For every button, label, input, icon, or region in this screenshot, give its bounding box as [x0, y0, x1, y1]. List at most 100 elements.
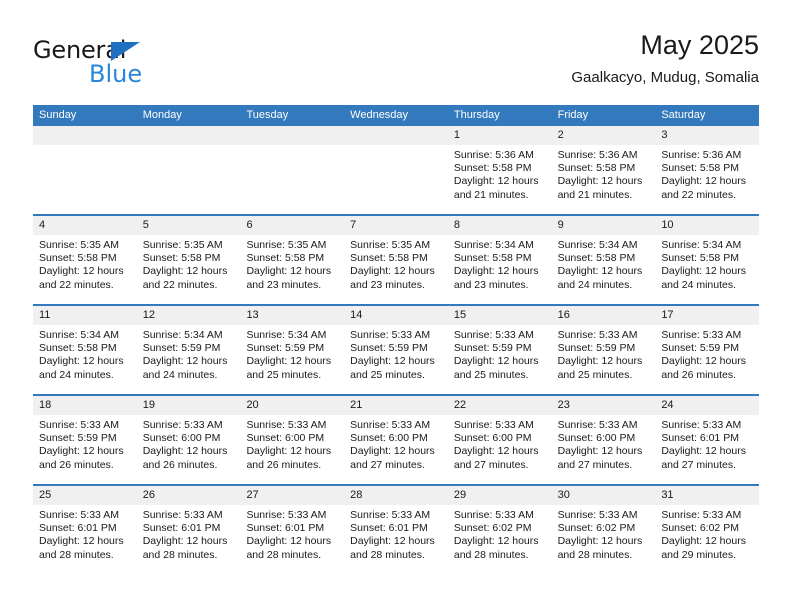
sunset-text: Sunset: 5:58 PM	[142, 252, 221, 265]
sunset-text: Sunset: 5:58 PM	[557, 252, 636, 265]
calendar-day-cell[interactable]: 23 Sunrise: 5:33 AM Sunset: 6:00 PM Dayligh…	[551, 396, 656, 484]
day-number	[344, 126, 448, 145]
calendar-grid: Sunday Monday Tuesday Wednesday Thursday…	[33, 105, 760, 576]
day-number	[136, 126, 241, 145]
sunrise-text: Sunrise: 5:33 AM	[142, 419, 223, 431]
calendar-day-cell-empty	[344, 126, 448, 214]
calendar-day-cell[interactable]: 28 Sunrise: 5:33 AM Sunset: 6:01 PM Dayligh…	[344, 486, 448, 576]
sunset-text: Sunset: 5:59 PM	[246, 342, 325, 355]
sunset-text: Sunset: 5:59 PM	[661, 342, 739, 355]
weekday-header-tuesday: Tuesday	[246, 109, 289, 121]
calendar-day-cell[interactable]: 24 Sunrise: 5:33 AM Sunset: 6:01 PM Dayligh…	[655, 396, 760, 484]
calendar-day-cell[interactable]: 27 Sunrise: 5:33 AM Sunset: 6:01 PM Dayligh…	[240, 486, 345, 576]
sunrise-text: Sunrise: 5:35 AM	[246, 239, 327, 251]
calendar-day-cell[interactable]: 18 Sunrise: 5:33 AM Sunset: 5:59 PM Dayligh…	[33, 396, 137, 484]
calendar-day-cell[interactable]: 11 Sunrise: 5:34 AM Sunset: 5:58 PM Dayligh…	[33, 306, 137, 394]
triangle-icon	[111, 42, 140, 61]
calendar-day-cell[interactable]: 20 Sunrise: 5:33 AM Sunset: 6:00 PM Dayligh…	[240, 396, 345, 484]
calendar-day-cell[interactable]: 29 Sunrise: 5:33 AM Sunset: 6:02 PM Dayligh…	[447, 486, 552, 576]
daylight-text-line1: Daylight: 12 hours	[39, 535, 124, 548]
calendar-day-cell[interactable]: 12 Sunrise: 5:34 AM Sunset: 5:59 PM Dayligh…	[136, 306, 241, 394]
daylight-text-line2: and 26 minutes.	[39, 458, 114, 471]
daylight-text-line1: Daylight: 12 hours	[350, 355, 435, 368]
day-details: Sunrise: 5:33 AM Sunset: 5:59 PM Daylight:…	[655, 325, 759, 382]
calendar-weeks: 1 Sunrise: 5:36 AM Sunset: 5:58 PM Daylight…	[33, 126, 760, 576]
day-details: Sunrise: 5:35 AM Sunset: 5:58 PM Daylight:…	[33, 235, 137, 292]
day-number: 11	[33, 306, 137, 325]
sunset-text: Sunset: 6:02 PM	[557, 522, 636, 535]
daylight-text-line2: and 28 minutes.	[142, 548, 218, 561]
sunrise-text: Sunrise: 5:33 AM	[453, 509, 534, 521]
calendar-day-cell[interactable]: 31 Sunrise: 5:33 AM Sunset: 6:02 PM Dayligh…	[655, 486, 760, 576]
calendar-day-cell-empty	[33, 126, 137, 214]
daylight-text-line1: Daylight: 12 hours	[557, 175, 643, 188]
sunset-text: Sunset: 6:00 PM	[142, 432, 221, 445]
calendar-day-cell[interactable]: 7 Sunrise: 5:35 AM Sunset: 5:58 PM Daylight…	[344, 216, 448, 304]
day-number: 26	[136, 486, 241, 505]
daylight-text-line2: and 24 minutes.	[39, 368, 114, 381]
calendar-day-cell[interactable]: 1 Sunrise: 5:36 AM Sunset: 5:58 PM Daylight…	[447, 126, 552, 214]
weekday-header-thursday: Thursday	[453, 109, 500, 121]
calendar-day-cell[interactable]: 15 Sunrise: 5:33 AM Sunset: 5:59 PM Dayligh…	[447, 306, 552, 394]
day-details: Sunrise: 5:33 AM Sunset: 5:59 PM Daylight:…	[33, 415, 137, 472]
day-details: Sunrise: 5:34 AM Sunset: 5:58 PM Daylight:…	[552, 235, 656, 292]
daylight-text-line2: and 28 minutes.	[453, 548, 529, 561]
sunset-text: Sunset: 6:01 PM	[661, 432, 739, 445]
sunrise-text: Sunrise: 5:33 AM	[661, 419, 742, 431]
daylight-text-line1: Daylight: 12 hours	[246, 535, 332, 548]
day-number: 23	[551, 396, 656, 415]
day-details: Sunrise: 5:33 AM Sunset: 6:00 PM Daylight:…	[240, 415, 344, 472]
sunrise-text: Sunrise: 5:34 AM	[557, 239, 638, 251]
daylight-text-line2: and 27 minutes.	[557, 458, 633, 471]
calendar-day-cell[interactable]: 22 Sunrise: 5:33 AM Sunset: 6:00 PM Dayligh…	[447, 396, 552, 484]
calendar-day-cell[interactable]: 2 Sunrise: 5:36 AM Sunset: 5:58 PM Daylight…	[551, 126, 656, 214]
day-details: Sunrise: 5:34 AM Sunset: 5:59 PM Daylight:…	[240, 325, 344, 382]
day-details: Sunrise: 5:36 AM Sunset: 5:58 PM Daylight:…	[552, 145, 656, 202]
calendar-day-cell[interactable]: 3 Sunrise: 5:36 AM Sunset: 5:58 PM Daylight…	[655, 126, 760, 214]
calendar-day-cell[interactable]: 4 Sunrise: 5:35 AM Sunset: 5:58 PM Daylight…	[33, 216, 137, 304]
calendar-day-cell[interactable]: 19 Sunrise: 5:33 AM Sunset: 6:00 PM Dayligh…	[136, 396, 241, 484]
daylight-text-line2: and 28 minutes.	[246, 548, 322, 561]
daylight-text-line1: Daylight: 12 hours	[350, 445, 435, 458]
sunrise-text: Sunrise: 5:33 AM	[39, 509, 119, 521]
day-details: Sunrise: 5:35 AM Sunset: 5:58 PM Daylight:…	[137, 235, 241, 292]
sunrise-text: Sunrise: 5:36 AM	[557, 149, 638, 161]
calendar-day-cell[interactable]: 26 Sunrise: 5:33 AM Sunset: 6:01 PM Dayligh…	[136, 486, 241, 576]
calendar-day-cell[interactable]: 5 Sunrise: 5:35 AM Sunset: 5:58 PM Daylight…	[136, 216, 241, 304]
daylight-text-line2: and 24 minutes.	[557, 278, 633, 291]
daylight-text-line1: Daylight: 12 hours	[39, 355, 124, 368]
daylight-text-line1: Daylight: 12 hours	[142, 535, 228, 548]
day-number: 21	[344, 396, 448, 415]
generalblue-logo[interactable]: General Blue	[33, 36, 263, 94]
calendar-day-cell[interactable]: 9 Sunrise: 5:34 AM Sunset: 5:58 PM Daylight…	[551, 216, 656, 304]
sunrise-text: Sunrise: 5:33 AM	[453, 329, 534, 341]
calendar-day-cell[interactable]: 8 Sunrise: 5:34 AM Sunset: 5:58 PM Daylight…	[447, 216, 552, 304]
calendar-day-cell[interactable]: 17 Sunrise: 5:33 AM Sunset: 5:59 PM Dayligh…	[655, 306, 760, 394]
sunrise-text: Sunrise: 5:33 AM	[453, 419, 534, 431]
calendar-day-cell[interactable]: 14 Sunrise: 5:33 AM Sunset: 5:59 PM Dayligh…	[344, 306, 448, 394]
calendar-day-cell[interactable]: 21 Sunrise: 5:33 AM Sunset: 6:00 PM Dayligh…	[344, 396, 448, 484]
sunrise-text: Sunrise: 5:35 AM	[350, 239, 431, 251]
daylight-text-line1: Daylight: 12 hours	[246, 265, 332, 278]
weekday-header-wednesday: Wednesday	[350, 109, 409, 121]
sunrise-text: Sunrise: 5:33 AM	[142, 509, 223, 521]
calendar-day-cell[interactable]: 10 Sunrise: 5:34 AM Sunset: 5:58 PM Dayligh…	[655, 216, 760, 304]
day-number: 27	[240, 486, 345, 505]
sunrise-text: Sunrise: 5:34 AM	[661, 239, 742, 251]
sunset-text: Sunset: 5:58 PM	[246, 252, 325, 265]
day-details: Sunrise: 5:34 AM Sunset: 5:58 PM Daylight:…	[33, 325, 137, 382]
day-details: Sunrise: 5:33 AM Sunset: 6:00 PM Daylight:…	[552, 415, 656, 472]
sunrise-text: Sunrise: 5:35 AM	[39, 239, 119, 251]
sunrise-text: Sunrise: 5:34 AM	[246, 329, 327, 341]
day-details: Sunrise: 5:33 AM Sunset: 6:01 PM Daylight:…	[240, 505, 344, 562]
day-number: 3	[655, 126, 760, 145]
calendar-day-cell[interactable]: 13 Sunrise: 5:34 AM Sunset: 5:59 PM Dayligh…	[240, 306, 345, 394]
day-number: 10	[655, 216, 760, 235]
calendar-day-cell[interactable]: 16 Sunrise: 5:33 AM Sunset: 5:59 PM Dayligh…	[551, 306, 656, 394]
sunset-text: Sunset: 6:00 PM	[557, 432, 636, 445]
calendar-day-cell[interactable]: 6 Sunrise: 5:35 AM Sunset: 5:58 PM Daylight…	[240, 216, 345, 304]
daylight-text-line2: and 24 minutes.	[142, 368, 218, 381]
daylight-text-line2: and 26 minutes.	[246, 458, 322, 471]
calendar-day-cell[interactable]: 25 Sunrise: 5:33 AM Sunset: 6:01 PM Dayligh…	[33, 486, 137, 576]
calendar-day-cell[interactable]: 30 Sunrise: 5:33 AM Sunset: 6:02 PM Dayligh…	[551, 486, 656, 576]
